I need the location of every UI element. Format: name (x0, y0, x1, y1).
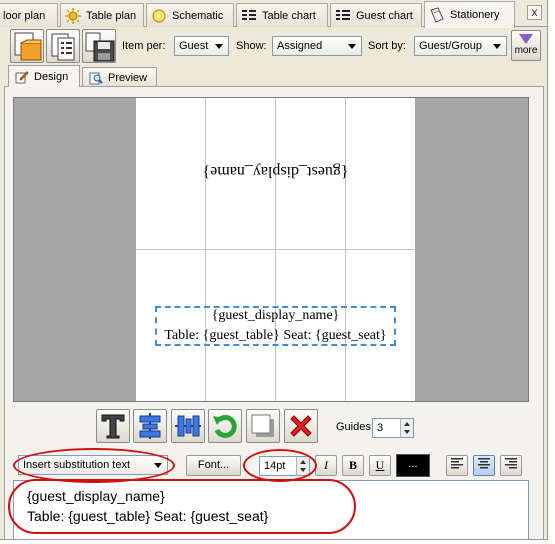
align-center-icon (139, 413, 161, 439)
flipped-name-text[interactable]: {guest_display_name} (136, 162, 415, 180)
sort-by-select[interactable]: Guest/Group (414, 36, 507, 56)
place-card[interactable]: {guest_display_name} {guest_display_name… (136, 98, 415, 401)
chevron-down-icon (215, 44, 223, 49)
editor-line-2: Table: {guest_table} Seat: {guest_seat} (27, 508, 269, 524)
design-tab-label: Design (34, 70, 69, 83)
card-name-line: {guest_display_name} (211, 308, 340, 323)
card-table-seat-line: Table: {guest_table} Seat: {guest_seat} (164, 328, 387, 343)
tab-label: Guest chart (356, 9, 413, 22)
item-per-select[interactable]: Guest (174, 36, 229, 56)
align-center-text-button[interactable] (473, 455, 495, 476)
guest-chart-icon (335, 8, 351, 24)
font-button[interactable]: Font... (186, 455, 241, 476)
rotate-button[interactable] (208, 409, 242, 443)
tab-label: Table plan (86, 9, 137, 22)
guides-spinner[interactable]: 3 (372, 418, 414, 438)
sort-by-value: Guest/Group (419, 40, 482, 52)
align-right-button[interactable] (500, 455, 522, 476)
add-text-button[interactable] (96, 409, 130, 443)
close-tab-button[interactable]: x (527, 5, 542, 20)
more-triangle-icon (519, 34, 533, 44)
rotate-arrow-icon (213, 414, 237, 438)
insert-substitution-select[interactable]: Insert substitution text (18, 455, 168, 475)
spinner-arrows-icon[interactable] (296, 457, 309, 475)
font-size-value: 14pt (264, 460, 286, 472)
shadow-box-button[interactable] (246, 409, 280, 443)
show-label: Show: (236, 40, 267, 52)
bold-button[interactable]: B (342, 455, 364, 476)
document-list-icon (51, 33, 75, 61)
item-per-value: Guest (179, 40, 209, 52)
save-stationery-button[interactable] (82, 29, 116, 63)
show-select[interactable]: Assigned (272, 36, 362, 56)
tab-guest-chart[interactable]: Guest chart (330, 3, 422, 27)
underline-button[interactable]: U (369, 455, 391, 476)
editor-line-1: {guest_display_name} (27, 488, 165, 504)
text-editor[interactable]: {guest_display_name} Table: {guest_table… (13, 480, 529, 539)
new-document-icon (14, 32, 42, 61)
tab-floor-plan[interactable]: loor plan (0, 3, 58, 27)
design-canvas: {guest_display_name} {guest_display_name… (13, 97, 529, 402)
align-left-button[interactable] (446, 455, 468, 476)
more-label: more (514, 45, 538, 56)
delete-button[interactable] (284, 409, 318, 443)
stationery-toolbar: Item per: Guest Show: Assigned Sort by: … (0, 28, 547, 64)
align-vertical-button[interactable] (171, 409, 205, 443)
shadow-box-icon (251, 414, 274, 437)
chevron-down-icon (348, 44, 356, 49)
item-per-label: Item per: (122, 40, 166, 52)
align-middle-icon (175, 415, 201, 437)
align-center-text-icon (478, 458, 490, 469)
chevron-down-icon (154, 463, 162, 468)
stationery-icon (429, 7, 445, 23)
tab-schematic[interactable]: Schematic (146, 3, 234, 27)
fold-line (136, 249, 415, 250)
open-stationery-button[interactable] (46, 29, 80, 63)
align-right-icon (505, 458, 517, 469)
tab-stationery[interactable]: Stationery (424, 1, 515, 28)
guides-label: Guides: (336, 421, 374, 433)
text-color-button[interactable]: ... (396, 454, 430, 477)
guides-value: 3 (377, 422, 384, 434)
preview-magnifier-icon (89, 72, 103, 84)
more-button[interactable]: more (511, 30, 541, 61)
tab-label: Stationery (450, 9, 500, 21)
italic-button[interactable]: I (315, 455, 337, 476)
view-tab-strip: loor plan Table plan Schematic Table cha… (0, 0, 547, 28)
preview-tab-label: Preview (108, 71, 148, 84)
tab-design[interactable]: Design (8, 65, 80, 87)
tab-label: loor plan (3, 9, 46, 22)
tab-table-plan[interactable]: Table plan (60, 3, 144, 27)
text-t-icon (101, 414, 125, 439)
font-size-spinner[interactable]: 14pt (259, 456, 310, 476)
schematic-icon (151, 8, 167, 24)
align-horizontal-button[interactable] (133, 409, 167, 443)
align-left-icon (451, 458, 463, 469)
new-stationery-button[interactable] (10, 29, 44, 63)
insert-substitution-label: Insert substitution text (23, 459, 130, 471)
save-disk-icon (85, 32, 115, 62)
table-chart-icon (241, 8, 257, 24)
show-value: Assigned (277, 40, 323, 52)
selected-text-box[interactable]: {guest_display_name} Table: {guest_table… (155, 306, 396, 346)
tab-preview[interactable]: Preview (82, 67, 157, 87)
spinner-arrows-icon[interactable] (400, 419, 413, 437)
tab-table-chart[interactable]: Table chart (236, 3, 328, 27)
design-pencil-icon (15, 70, 29, 83)
delete-x-icon (290, 415, 312, 437)
table-plan-icon (65, 7, 81, 24)
tab-label: Schematic (172, 9, 224, 22)
app-window: loor plan Table plan Schematic Table cha… (0, 0, 548, 540)
chevron-down-icon (493, 44, 501, 49)
sort-by-label: Sort by: (368, 40, 406, 52)
tab-label: Table chart (262, 9, 316, 22)
